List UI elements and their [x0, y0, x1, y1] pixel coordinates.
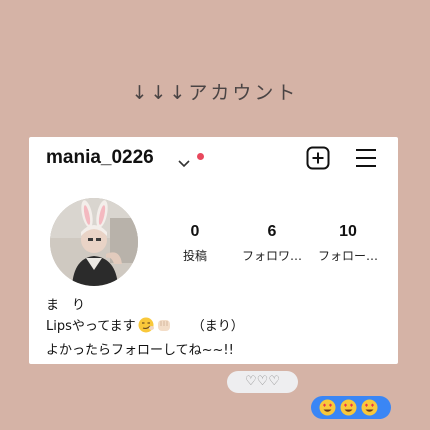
menu-icon[interactable]	[355, 148, 377, 172]
stat-posts[interactable]: 0 投稿	[155, 223, 235, 264]
bio: ま り Lipsやってます （まり） よかったらフォローしてね~~!!	[46, 295, 244, 361]
notification-dot	[197, 153, 204, 160]
emoji-smirk	[138, 317, 154, 340]
stat-followers[interactable]: 6 フォロワ…	[232, 223, 312, 264]
message-bubble-blue	[311, 396, 391, 419]
bio-line-2-text: Lipsやってます	[46, 319, 136, 334]
chevron-down-icon[interactable]	[178, 153, 190, 172]
posts-count: 0	[190, 223, 200, 240]
followers-label: フォロワ…	[241, 249, 302, 263]
profile-header: mania_0226	[29, 137, 398, 181]
message-bubble-grey: ♡♡♡	[227, 371, 298, 393]
bio-name: ま り	[46, 298, 86, 313]
profile-card: mania_0226 0 投稿 6 フォロワ… 10 フォロー… ま り Lip…	[29, 137, 398, 364]
bio-line-2-suffix: （まり）	[191, 319, 244, 334]
avatar[interactable]	[50, 198, 138, 286]
emoji-heart-eyes	[319, 399, 381, 420]
stat-following[interactable]: 10 フォロー…	[308, 223, 388, 264]
following-label: フォロー…	[317, 249, 378, 263]
posts-label: 投稿	[182, 249, 207, 263]
following-count: 10	[339, 223, 357, 240]
add-post-icon[interactable]	[306, 146, 330, 174]
emoji-fist	[156, 317, 172, 340]
bio-line-2: Lipsやってます （まり）	[46, 316, 244, 340]
section-heading: ↓↓↓アカウント	[131, 82, 299, 104]
username[interactable]: mania_0226	[46, 147, 154, 169]
bio-line-3: よかったらフォローしてね~~!!	[46, 343, 234, 358]
followers-count: 6	[267, 223, 277, 240]
